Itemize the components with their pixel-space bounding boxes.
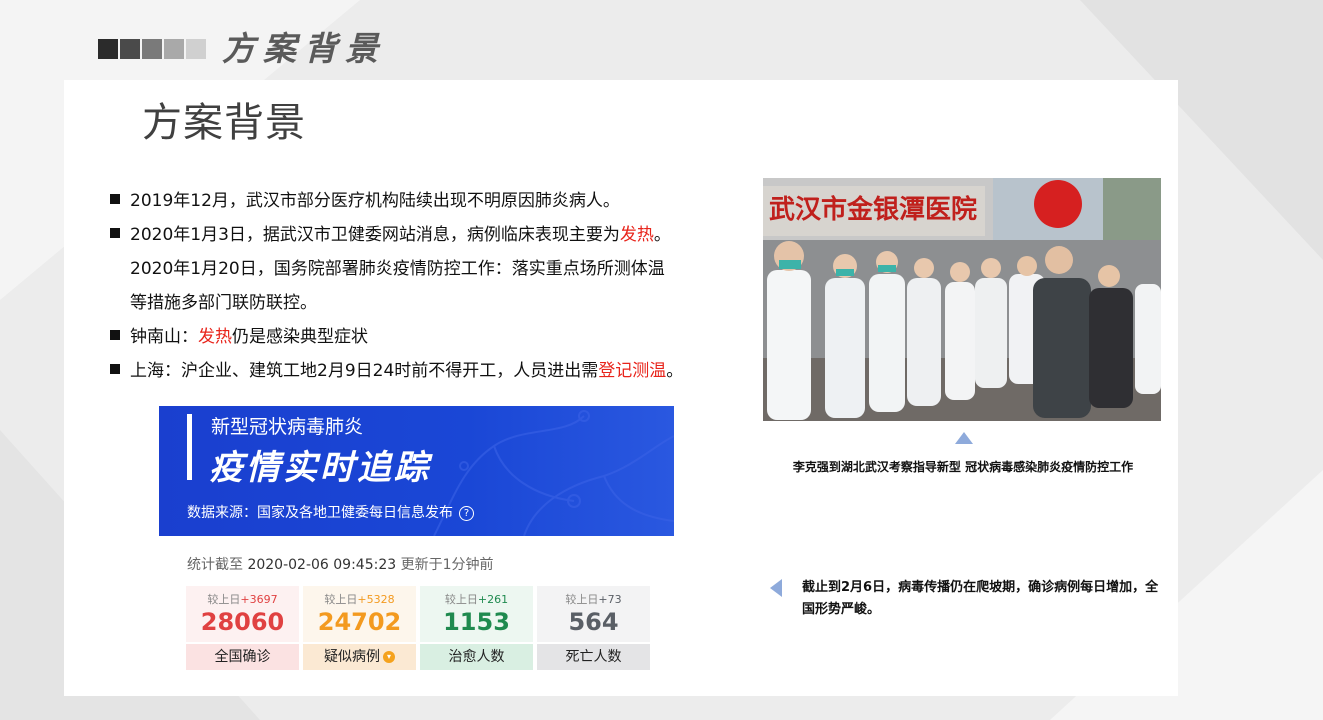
question-circle-icon[interactable]: ? [459,505,474,521]
stat-card-top: 较上日+5328 24702 [303,586,416,642]
stat-delta-value: +3697 [240,593,278,606]
header-square [186,39,206,59]
stat-delta-label: 较上日 [207,593,241,606]
bullet-text: 2020年1月3日，据武汉市卫健委网站消息，病例临床表现主要为 [130,225,620,245]
bullet-item: 上海：沪企业、建筑工地2月9日24时前不得开工，人员进出需登记测温。 [110,354,683,388]
header-square [98,39,118,59]
bullet-continuation: 等措施多部门联防联控。 [130,286,317,320]
stat-card: 较上日+73 564 死亡人数 [537,586,650,670]
stat-card: 较上日+261 1153 治愈人数 [420,586,533,670]
banner-subtitle: 新型冠状病毒肺炎 [211,416,364,438]
bullet-text: 。 [666,361,684,381]
bullet-text: 2020年1月20日，国务院部署肺炎疫情防控工作：落实重点场所测体温 [130,259,665,279]
photo-caption: 李克强到湖北武汉考察指导新型 冠状病毒感染肺炎疫情防控工作 [792,460,1134,474]
stat-value: 564 [568,608,619,636]
bullet-text: 钟南山： [130,327,198,347]
stat-delta-value: +73 [598,593,622,606]
stat-label: 疑似病例 ▾ [303,644,416,670]
triangle-left-icon [770,579,782,597]
header-square [164,39,184,59]
stat-delta-value: +261 [477,593,509,606]
bullet-text: 2019年12月，武汉市部分医疗机构陆续出现不明原因肺炎病人。 [130,191,620,211]
banner-title: 疫情实时追踪 [209,448,431,488]
stat-delta: 较上日+73 [537,591,650,607]
content-card: 方案背景 2019年12月，武汉市部分医疗机构陆续出现不明原因肺炎病人。 2020… [64,80,1178,696]
stat-delta: 较上日+261 [420,591,533,607]
news-photo: 武汉市金银潭医院 [763,178,1161,421]
highlight-text: 登记测温 [598,361,667,381]
hospital-sign: 武汉市金银潭医院 [769,194,977,225]
stat-label: 死亡人数 [537,644,650,670]
stat-label-text: 死亡人数 [565,649,622,665]
bullet-text: 上海：沪企业、建筑工地2月9日24时前不得开工，人员进出需 [130,361,599,381]
stat-label-text: 疑似病例 [324,649,380,665]
bullet-square-icon [110,194,120,204]
stat-card-top: 较上日+73 564 [537,586,650,642]
chevron-down-icon[interactable]: ▾ [383,651,395,663]
bullet-square-icon [110,228,120,238]
stat-card-top: 较上日+3697 28060 [186,586,299,642]
stats-time-label: 统计截至 [187,557,243,573]
bullet-square-icon [110,330,120,340]
stat-card: 较上日+3697 28060 全国确诊 [186,586,299,670]
highlight-text: 发热 [619,225,654,245]
bullet-item: 钟南山：发热仍是感染典型症状 [110,320,368,354]
banner-source: 数据来源：国家及各地卫健委每日信息发布? [187,502,474,522]
bullet-continuation: 2020年1月20日，国务院部署肺炎疫情防控工作：落实重点场所测体温 [130,252,665,286]
stat-delta-label: 较上日 [324,593,358,606]
header-square [142,39,162,59]
stat-delta: 较上日+5328 [303,591,416,607]
stat-card-top: 较上日+261 1153 [420,586,533,642]
bullet-item: 2019年12月，武汉市部分医疗机构陆续出现不明原因肺炎病人。 [110,184,620,218]
banner-source-text: 数据来源：国家及各地卫健委每日信息发布 [187,505,453,521]
stat-delta-label: 较上日 [444,593,478,606]
bullet-square-icon [110,364,120,374]
bullet-text: 等措施多部门联防联控。 [130,293,317,313]
stats-time-value: 2020-02-06 09:45:23 [247,557,397,573]
triangle-up-icon [955,432,973,444]
stat-value: 28060 [200,608,285,636]
stat-delta: 较上日+3697 [186,591,299,607]
banner-accent-bar [187,414,192,480]
stat-label-text: 全国确诊 [214,649,271,665]
stats-timestamp: 统计截至 2020-02-06 09:45:23 更新于1分钟前 [187,554,494,574]
stat-value: 1153 [443,608,510,636]
tracker-banner: 新型冠状病毒肺炎 疫情实时追踪 数据来源：国家及各地卫健委每日信息发布? [159,406,674,536]
status-note: 截止到2月6日，病毒传播仍在爬坡期，确诊病例每日增加，全国形势严峻。 [802,580,1159,617]
stat-value: 24702 [317,608,402,636]
stat-label-text: 治愈人数 [448,649,505,665]
bullet-item: 2020年1月3日，据武汉市卫健委网站消息，病例临床表现主要为发热。 [110,218,671,252]
stat-card: 较上日+5328 24702 疑似病例 ▾ [303,586,416,670]
stat-label: 治愈人数 [420,644,533,670]
bullet-text: 。 [653,225,671,245]
stat-delta-value: +5328 [357,593,395,606]
header-title: 方案背景 [222,29,386,68]
stat-delta-label: 较上日 [565,593,599,606]
page-title: 方案背景 [142,100,306,146]
header-square [120,39,140,59]
stat-cards: 较上日+3697 28060 全国确诊 较上日+5328 24702 疑似病例 ▾ 较上日+2… [186,586,650,670]
stats-updated: 更新于1分钟前 [400,557,494,573]
stat-label: 全国确诊 [186,644,299,670]
highlight-text: 发热 [198,327,232,347]
bullet-text: 仍是感染典型症状 [232,327,368,347]
